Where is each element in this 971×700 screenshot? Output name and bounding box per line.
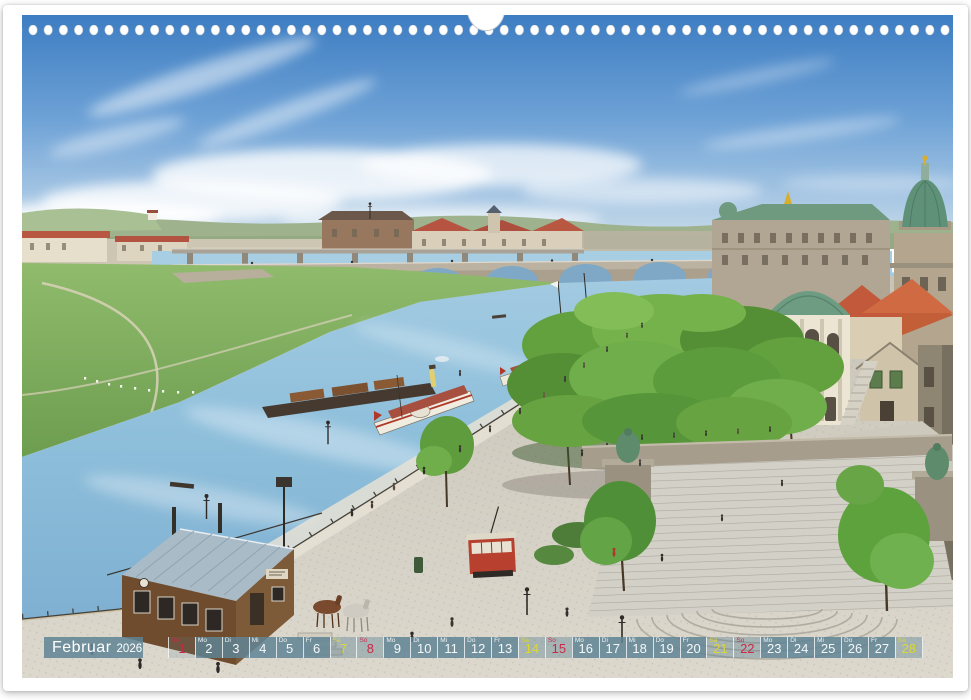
- calendar-day-cell: Do 26: [841, 637, 868, 658]
- calendar-day-cell: So 22: [733, 637, 760, 658]
- day-number: 15: [546, 640, 572, 657]
- calendar-day-cell: Fr 27: [868, 637, 895, 658]
- calendar-day-cell: Do 19: [653, 637, 680, 658]
- day-number: 10: [411, 640, 437, 657]
- calendar-day-cell: Sa 7: [330, 637, 357, 658]
- month-year-label: Februar 2026: [44, 637, 143, 658]
- calendar-page: Februar 2026 So 1 Mo 2 Di 3 Mi 4 Do 5 Fr…: [0, 0, 971, 700]
- day-number: 13: [492, 640, 518, 657]
- day-number: 27: [869, 640, 895, 657]
- calendar-day-cell: Fr 20: [680, 637, 707, 658]
- day-number: 9: [384, 640, 410, 657]
- day-number: 22: [734, 640, 760, 657]
- day-number: 8: [357, 640, 383, 657]
- month-label: Februar: [52, 637, 112, 658]
- day-number: 2: [196, 640, 222, 657]
- calendar-day-cell: Mi 11: [437, 637, 464, 658]
- day-number: 12: [465, 640, 491, 657]
- calendar-day-cell: So 8: [356, 637, 383, 658]
- day-number: 19: [654, 640, 680, 657]
- calendar-day-cell: Mo 9: [383, 637, 410, 658]
- day-number: 3: [223, 640, 249, 657]
- day-number: 18: [627, 640, 653, 657]
- day-number: 24: [788, 640, 814, 657]
- calendar-day-cell: Mi 4: [249, 637, 276, 658]
- calendar-day-cell: Do 12: [464, 637, 491, 658]
- calendar-day-cell: Mo 2: [195, 637, 222, 658]
- day-number: 23: [761, 640, 787, 657]
- day-number: 16: [573, 640, 599, 657]
- calendar-day-cell: Sa 14: [518, 637, 545, 658]
- calendar-day-cell: Fr 13: [491, 637, 518, 658]
- day-number: 20: [681, 640, 707, 657]
- day-number: 17: [600, 640, 626, 657]
- day-number: 5: [277, 640, 303, 657]
- day-number: 21: [707, 640, 733, 657]
- day-number: 6: [304, 640, 330, 657]
- calendar-day-cell: Di 10: [410, 637, 437, 658]
- day-number: 1: [169, 640, 195, 657]
- calendar-day-cell: Mi 18: [626, 637, 653, 658]
- calendar-day-cell: Mo 23: [760, 637, 787, 658]
- day-number: 26: [842, 640, 868, 657]
- calendar-day-cell: Di 3: [222, 637, 249, 658]
- calendar-day-cell: Do 5: [276, 637, 303, 658]
- calendar-day-cell: Mi 25: [814, 637, 841, 658]
- calendar-photo-artwork: [22, 15, 953, 678]
- day-number: 14: [519, 640, 545, 657]
- day-number: 7: [331, 640, 357, 657]
- calendar-day-cell: Sa 21: [706, 637, 733, 658]
- calendar-day-cell: Fr 6: [303, 637, 330, 658]
- day-number: 4: [250, 640, 276, 657]
- calendar-day-cell: Di 24: [787, 637, 814, 658]
- calendar-day-cell: So 1: [168, 637, 195, 658]
- day-number: 28: [896, 640, 922, 657]
- calendar-day-row: So 1 Mo 2 Di 3 Mi 4 Do 5 Fr 6 Sa 7 So 8 …: [168, 637, 923, 658]
- year-label: 2026: [117, 643, 143, 655]
- calendar-day-cell: Di 17: [599, 637, 626, 658]
- calendar-day-cell: Sa 28: [895, 637, 923, 658]
- calendar-day-cell: So 15: [545, 637, 572, 658]
- day-number: 25: [815, 640, 841, 657]
- day-number: 11: [438, 640, 464, 657]
- calendar-day-cell: Mo 16: [572, 637, 599, 658]
